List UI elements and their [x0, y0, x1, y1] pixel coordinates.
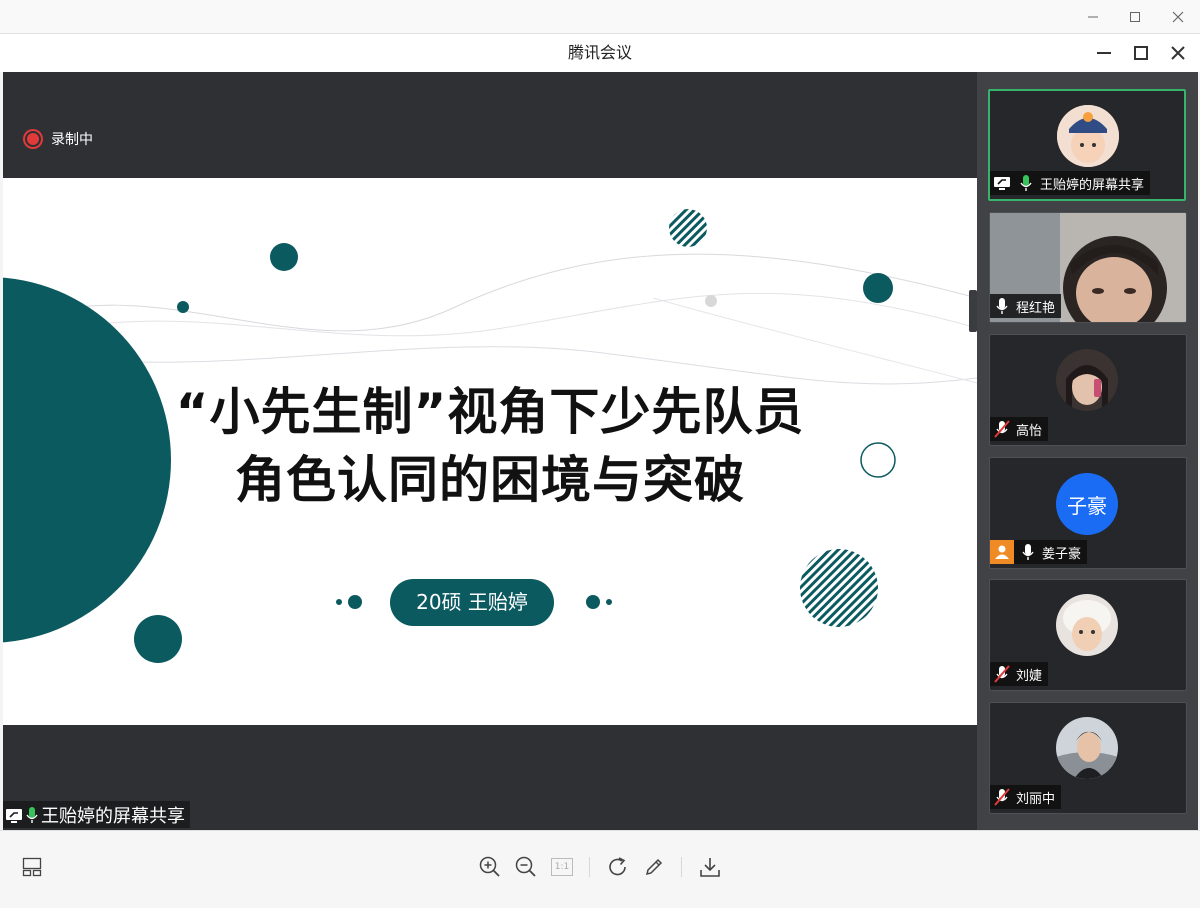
- participant-name: 刘婕: [1016, 668, 1043, 684]
- participant-name-tag: 程红艳: [990, 294, 1062, 318]
- participant-avatar: [1056, 594, 1118, 656]
- host-icon: [990, 540, 1014, 564]
- bottom-toolbar: 1:1: [0, 830, 1200, 908]
- meeting-maximize-button[interactable]: [1124, 37, 1158, 69]
- outer-window-titlebar: [0, 0, 1200, 34]
- participant-name-tag: 高怡: [990, 417, 1049, 441]
- microphone-muted-icon: [992, 419, 1012, 439]
- pen-icon: [645, 858, 663, 876]
- microphone-icon: [992, 296, 1012, 316]
- minimize-icon: [1088, 16, 1098, 17]
- outer-minimize-button[interactable]: [1073, 0, 1113, 33]
- participant-name-tag: 刘丽中: [990, 785, 1062, 809]
- outer-maximize-button[interactable]: [1115, 0, 1155, 33]
- participant-tile[interactable]: 刘丽中: [989, 702, 1187, 814]
- zoom-in-button[interactable]: [474, 851, 506, 883]
- panel-resize-handle[interactable]: [969, 290, 977, 332]
- microphone-muted-icon: [992, 787, 1012, 807]
- meeting-title: 腾讯会议: [567, 43, 632, 62]
- participant-tile[interactable]: 王贻婷的屏幕共享: [988, 89, 1186, 201]
- microphone-icon: [1018, 542, 1038, 562]
- microphone-icon: [26, 806, 38, 823]
- woman-avatar-icon: [1056, 349, 1118, 411]
- participant-name: 程红艳: [1016, 300, 1056, 316]
- toolbar-divider: [589, 857, 590, 877]
- actual-size-label: 1:1: [551, 858, 573, 876]
- participant-avatar: [1057, 105, 1119, 167]
- meeting-minimize-button[interactable]: [1087, 37, 1121, 69]
- participant-name: 王贻婷的屏幕共享: [1040, 177, 1145, 193]
- layout-icon: [22, 857, 42, 877]
- participant-name: 刘丽中: [1016, 791, 1056, 807]
- slide-title-line-1: “小先生制”视角下少先队员: [175, 383, 805, 441]
- download-button[interactable]: [694, 851, 726, 883]
- child-avatar-icon: [1056, 594, 1118, 656]
- participant-avatar: [1056, 717, 1118, 779]
- participant-tile[interactable]: 刘婕: [989, 579, 1187, 691]
- participant-tile[interactable]: 程红艳: [989, 212, 1187, 323]
- maximize-icon: [1130, 11, 1140, 22]
- minimize-icon: [1097, 52, 1111, 54]
- outer-close-button[interactable]: [1158, 0, 1198, 33]
- annotate-button[interactable]: [638, 851, 670, 883]
- screen-share-text: 王贻婷的屏幕共享: [41, 805, 185, 827]
- participant-name: 姜子豪: [1042, 546, 1082, 562]
- child-avatar-icon: [1057, 105, 1119, 167]
- participant-name-tag: 刘婕: [990, 662, 1049, 686]
- presentation-slide: “小先生制”视角下少先队员 角色认同的困境与突破 20硕 王贻婷: [3, 178, 977, 725]
- rotate-icon: [609, 857, 626, 876]
- zoom-out-icon: [515, 856, 536, 877]
- screen-share-icon: [992, 173, 1012, 193]
- meeting-titlebar: 腾讯会议: [0, 34, 1200, 72]
- recording-label: 录制中: [51, 132, 93, 148]
- maximize-icon: [1134, 46, 1148, 60]
- screen-share-icon: [6, 808, 22, 823]
- participant-avatar: [1056, 349, 1118, 411]
- microphone-muted-icon: [992, 664, 1012, 684]
- participant-name-tag: 姜子豪: [990, 540, 1088, 564]
- toolbar-divider: [681, 857, 682, 877]
- actual-size-button[interactable]: 1:1: [546, 851, 578, 883]
- screen-share-label: 王贻婷的屏幕共享: [3, 801, 190, 828]
- man-avatar-icon: [1056, 717, 1118, 779]
- layout-toggle-button[interactable]: [16, 851, 48, 883]
- participant-tile[interactable]: 子豪 姜子豪: [989, 457, 1187, 569]
- zoom-out-button[interactable]: [510, 851, 542, 883]
- microphone-icon: [1016, 173, 1036, 193]
- rotate-button[interactable]: [602, 851, 634, 883]
- zoom-in-icon: [479, 856, 500, 877]
- record-dot-icon: [27, 133, 39, 145]
- participant-tile[interactable]: 高怡: [989, 334, 1187, 446]
- close-icon: [1171, 46, 1185, 60]
- close-icon: [1172, 11, 1184, 22]
- meeting-close-button[interactable]: [1161, 37, 1195, 69]
- download-icon: [700, 858, 720, 877]
- shared-screen-stage: 录制中 “小先生制”视角下少先队员 角色认同的困境与突破 20硕 王贻婷 王贻婷…: [3, 72, 977, 830]
- participant-name-tag: 王贻婷的屏幕共享: [990, 171, 1151, 195]
- presenter-pill: 20硕 王贻婷: [390, 579, 554, 626]
- participant-name: 高怡: [1016, 423, 1043, 439]
- participant-avatar-text: 子豪: [1056, 473, 1118, 535]
- participant-panel: 王贻婷的屏幕共享 程红艳 高怡 子豪 姜子豪 刘婕 刘丽中: [977, 72, 1198, 830]
- recording-indicator[interactable]: 录制中: [27, 129, 93, 149]
- slide-title-line-2: 角色认同的困境与突破: [235, 451, 745, 509]
